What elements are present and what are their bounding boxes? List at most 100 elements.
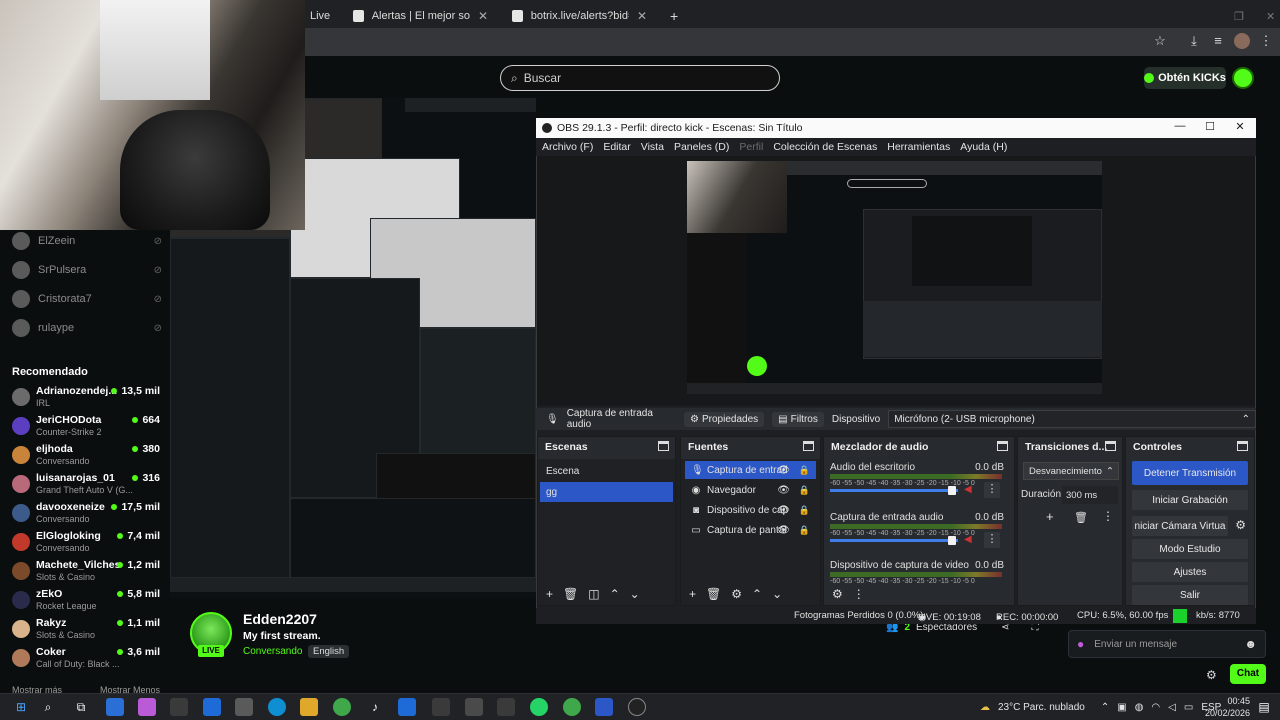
more-options-icon[interactable]: ⋮ xyxy=(1102,509,1114,523)
add-icon[interactable]: + xyxy=(689,587,696,601)
eye-icon[interactable]: 👁 xyxy=(777,525,790,536)
filter-icon[interactable]: ◫ xyxy=(588,587,599,601)
scene-item[interactable]: gg xyxy=(540,482,673,502)
device-select[interactable]: Micrófono (2- USB microphone) ⌃ xyxy=(888,410,1256,428)
app-icon[interactable] xyxy=(398,698,416,716)
recommended-channel[interactable]: Coker Call of Duty: Black ... 3,6 mil xyxy=(12,646,160,672)
chevron-down-icon[interactable]: ⌄ xyxy=(772,587,782,601)
settings-button[interactable]: Ajustes xyxy=(1132,562,1248,582)
chat-send-button[interactable]: Chat xyxy=(1230,664,1266,684)
clock[interactable]: 00:45 20/02/2026 xyxy=(1200,695,1250,719)
channel-name[interactable]: Edden2207 xyxy=(243,611,317,627)
gear-icon[interactable]: ⚙ xyxy=(1235,518,1246,532)
source-item[interactable]: ◉ Navegador 👁 🔒 xyxy=(685,481,816,499)
obs-preview-image[interactable] xyxy=(687,161,1102,394)
search-input[interactable]: ⌕ Buscar xyxy=(500,65,780,91)
folder-icon[interactable] xyxy=(300,698,318,716)
menu-archivo[interactable]: Archivo (F) xyxy=(542,141,593,153)
source-item[interactable]: ▭ Captura de pantal 👁 🔒 xyxy=(685,521,816,539)
menu-vista[interactable]: Vista xyxy=(641,141,664,153)
tab-kick-live[interactable]: Live xyxy=(300,4,340,28)
followed-channel[interactable]: rulaype ⊘ xyxy=(12,319,162,337)
app-tray-icon[interactable]: ▣ xyxy=(1117,702,1126,713)
trash-icon[interactable]: 🗑 xyxy=(706,587,721,601)
notification-icon[interactable]: ▤ xyxy=(1255,698,1273,716)
user-avatar[interactable] xyxy=(1232,67,1254,89)
menu-editar[interactable]: Editar xyxy=(603,141,630,153)
recommended-channel[interactable]: zEkO Rocket League 5,8 mil xyxy=(12,588,160,614)
profile-avatar[interactable] xyxy=(1234,33,1250,49)
tab-botrix[interactable]: botrix.live/alerts?bid=ZjLDZ%2 ✕ xyxy=(502,4,657,28)
new-tab-button[interactable]: + xyxy=(660,4,684,28)
close-window-icon[interactable]: ✕ xyxy=(1256,4,1280,28)
app-icon[interactable] xyxy=(595,698,613,716)
popout-icon[interactable] xyxy=(1105,441,1116,451)
menu-ayuda[interactable]: Ayuda (H) xyxy=(960,141,1007,153)
more-options-icon[interactable]: ⋮ xyxy=(984,532,1000,548)
wifi-icon[interactable]: ◠ xyxy=(1151,702,1160,713)
popout-icon[interactable] xyxy=(803,441,814,451)
menu-paneles[interactable]: Paneles (D) xyxy=(674,141,729,153)
battery-icon[interactable]: ▭ xyxy=(1184,702,1193,713)
app-icon[interactable] xyxy=(170,698,188,716)
menu-herramientas[interactable]: Herramientas xyxy=(887,141,950,153)
add-icon[interactable]: + xyxy=(546,587,553,601)
trash-icon[interactable]: 🗑 xyxy=(1074,511,1088,524)
more-options-icon[interactable]: ⋮ xyxy=(853,587,865,601)
popout-icon[interactable] xyxy=(658,441,669,451)
start-virtual-camera-button[interactable]: niciar Cámara Virtua xyxy=(1132,516,1228,536)
trash-icon[interactable]: 🗑 xyxy=(563,587,578,601)
recommended-channel[interactable]: davooxeneize Conversando 17,5 mil xyxy=(12,501,160,527)
windows-start-icon[interactable]: ⊞ xyxy=(12,698,30,716)
more-options-icon[interactable]: ⋮ xyxy=(984,482,1000,498)
stop-streaming-button[interactable]: Detener Transmisión xyxy=(1132,461,1248,485)
close-icon[interactable]: ✕ xyxy=(637,9,647,23)
recommended-channel[interactable]: Adrianozendej... IRL 13,5 mil xyxy=(12,385,160,411)
popout-icon[interactable] xyxy=(1237,441,1248,451)
source-item[interactable]: ◙ Dispositivo de cap 👁 🔒 xyxy=(685,501,816,519)
restore-icon[interactable]: ❐ xyxy=(1224,4,1254,28)
tiktok-icon[interactable]: ♪ xyxy=(366,698,384,716)
gear-icon[interactable]: ⚙ xyxy=(1206,668,1217,682)
chevron-up-icon[interactable]: ⌃ xyxy=(1101,702,1109,713)
get-kicks-button[interactable]: Obtén KICKs xyxy=(1144,67,1226,89)
chevron-up-icon[interactable]: ⌃ xyxy=(610,587,620,601)
chevron-up-icon[interactable]: ⌃ xyxy=(752,587,762,601)
menu-icon[interactable]: ⋮ xyxy=(1258,33,1274,49)
chevron-down-icon[interactable]: ⌄ xyxy=(630,587,640,601)
stream-category[interactable]: Conversando xyxy=(243,646,302,657)
followed-channel[interactable]: Cristorata7 ⊘ xyxy=(12,290,162,308)
tab-alertas[interactable]: Alertas | El mejor software para ✕ xyxy=(343,4,498,28)
chat-message-input[interactable]: ● Enviar un mensaje ☻ xyxy=(1068,630,1266,658)
star-icon[interactable]: ☆ xyxy=(1152,33,1168,49)
recommended-channel[interactable]: JeriCHODota Counter-Strike 2 664 xyxy=(12,414,160,440)
menu-coleccion-escenas[interactable]: Colección de Escenas xyxy=(773,141,877,153)
camera-icon[interactable] xyxy=(235,698,253,716)
download-icon[interactable]: ⤓ xyxy=(1186,33,1202,49)
emoji-icon[interactable]: ☻ xyxy=(1244,637,1257,651)
app-icon[interactable] xyxy=(106,698,124,716)
recommended-channel[interactable]: eljhoda Conversando 380 xyxy=(12,443,160,469)
studio-mode-button[interactable]: Modo Estudio xyxy=(1132,539,1248,559)
whatsapp-icon[interactable] xyxy=(530,698,548,716)
recommended-channel[interactable]: Machete_Vilches Slots & Casino 1,2 mil xyxy=(12,559,160,585)
eye-icon[interactable]: 👁 xyxy=(777,465,790,476)
app-icon[interactable] xyxy=(465,698,483,716)
edge-icon[interactable] xyxy=(268,698,286,716)
followed-channel[interactable]: SrPulsera ⊘ xyxy=(12,261,162,279)
fader-handle[interactable] xyxy=(948,536,956,545)
properties-button[interactable]: ⚙ Propiedades xyxy=(684,411,765,427)
chrome-icon[interactable] xyxy=(333,698,351,716)
language-tag[interactable]: English xyxy=(308,645,350,658)
scene-item[interactable]: Escena xyxy=(540,461,673,481)
maximize-icon[interactable]: ☐ xyxy=(1203,120,1217,133)
gear-icon[interactable]: ⚙ xyxy=(731,587,742,601)
followed-channel[interactable]: ElZeein ⊘ xyxy=(12,232,162,250)
fader-handle[interactable] xyxy=(948,486,956,495)
start-recording-button[interactable]: Iniciar Grabación xyxy=(1132,490,1248,510)
close-icon[interactable]: ✕ xyxy=(478,9,488,23)
lock-icon[interactable]: 🔒 xyxy=(799,485,810,496)
duration-spinbox[interactable]: 300 ms xyxy=(1062,486,1118,504)
lock-icon[interactable]: 🔒 xyxy=(799,525,810,536)
volume-fader[interactable] xyxy=(830,539,958,542)
